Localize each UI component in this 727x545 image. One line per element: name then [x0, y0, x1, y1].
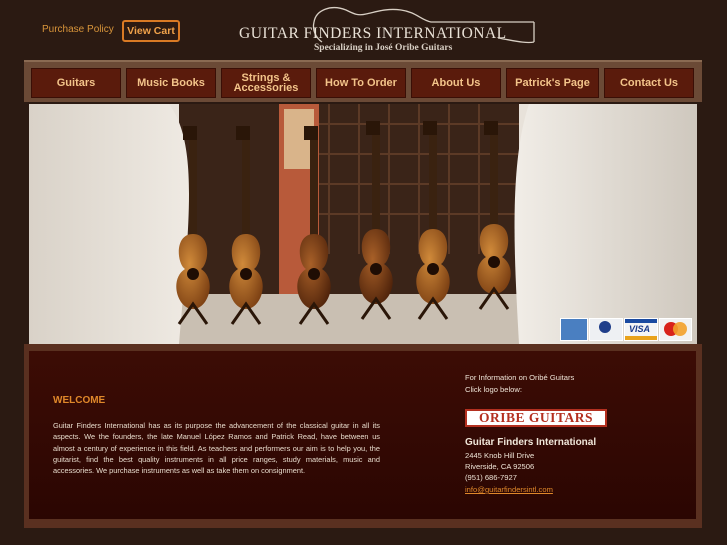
site-title: GUITAR FINDERS INTERNATIONAL: [239, 25, 507, 42]
visa-card-icon: VISA: [624, 318, 658, 341]
mastercard-card-icon: [659, 318, 692, 341]
guitars-hero-image: [29, 104, 697, 344]
site-subtitle: Specializing in José Oribe Guitars: [314, 43, 453, 53]
nav-how-to-order[interactable]: How To Order: [316, 68, 406, 98]
phone-number: (951) 686-7927: [465, 473, 517, 482]
email-link[interactable]: info@guitarfindersintl.com: [465, 485, 553, 494]
welcome-heading: WELCOME: [53, 395, 106, 406]
click-logo-text: Click logo below:: [465, 385, 522, 394]
oribe-guitars-logo[interactable]: ORIBE GUITARS: [465, 409, 607, 427]
nav-music-books[interactable]: Music Books: [126, 68, 216, 98]
diners-club-card-icon: [589, 318, 623, 341]
company-name: Guitar Finders International: [465, 437, 597, 448]
welcome-text: Guitar Finders International has as its …: [53, 421, 380, 476]
address-line-2: Riverside, CA 92506: [465, 462, 535, 471]
nav-patricks-page[interactable]: Patrick's Page: [506, 68, 599, 98]
oribe-info-text: For Information on Oribé Guitars: [465, 373, 575, 382]
amex-card-icon: [560, 318, 588, 341]
purchase-policy-link[interactable]: Purchase Policy: [42, 24, 114, 35]
page-bottom: [0, 528, 727, 545]
nav-guitars[interactable]: Guitars: [31, 68, 121, 98]
nav-about-us[interactable]: About Us: [411, 68, 501, 98]
main-nav: Guitars Music Books Strings & Accessorie…: [24, 60, 702, 102]
address-line-1: 2445 Knob Hill Drive: [465, 451, 535, 460]
nav-contact-us[interactable]: Contact Us: [604, 68, 694, 98]
view-cart-button[interactable]: View Cart: [122, 20, 180, 42]
nav-strings-accessories[interactable]: Strings & Accessories: [221, 68, 311, 98]
